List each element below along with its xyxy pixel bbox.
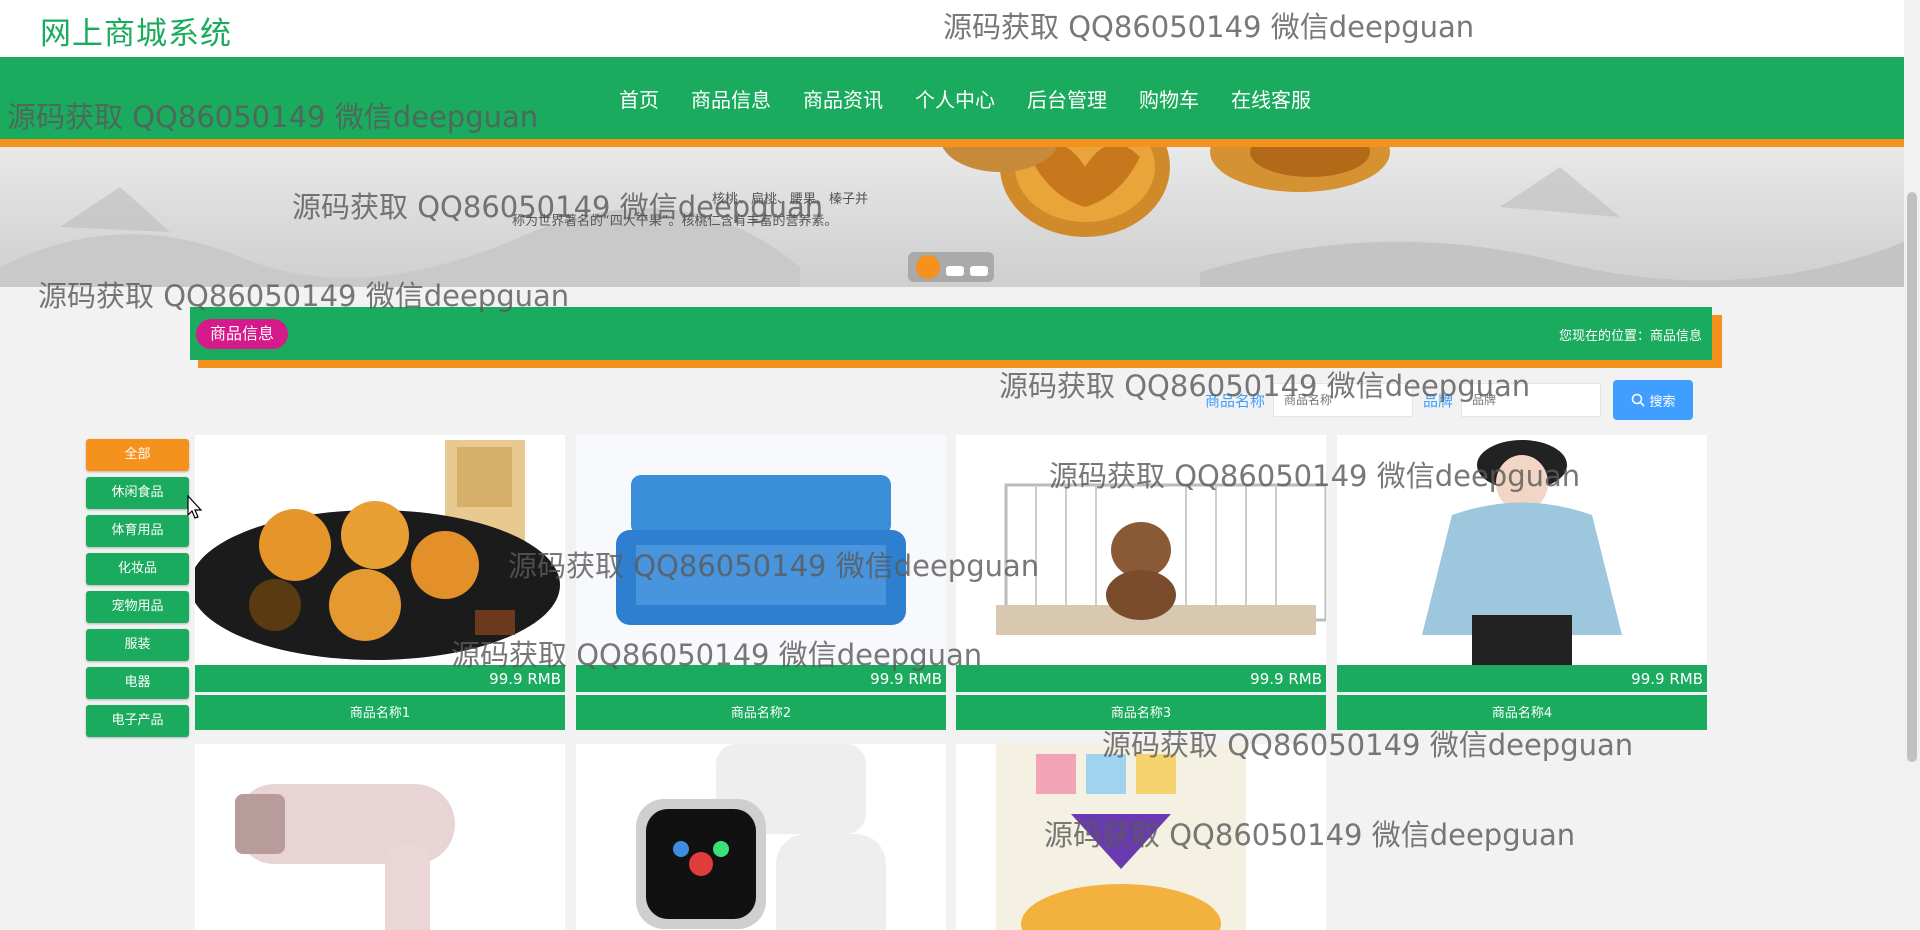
banner-caption-line1: 核桃、扁桃、腰果、榛子并 [712,192,869,207]
category-list: 全部 休闲食品 体育用品 化妆品 宠物用品 服装 电器 电子产品 [86,439,189,743]
product-price: 99.9 RMB [576,665,946,693]
product-price: 99.9 RMB [1337,665,1707,693]
page-scrollbar[interactable] [1904,0,1920,930]
breadcrumb: 您现在的位置：商品信息 [1558,329,1702,344]
search-icon [1631,393,1645,407]
product-image-hoodie[interactable] [1337,435,1707,665]
product-image-smartwatch[interactable] [576,744,946,930]
nav-item-home[interactable]: 首页 [603,84,675,113]
product-name[interactable]: 商品名称4 [1337,693,1707,730]
banner-carousel[interactable]: 核桃、扁桃、腰果、榛子并 称为世界著名的“四大干果”。核桃仁含有丰富的营养素。 [0,147,1904,287]
product-image-snack-bag[interactable] [956,744,1326,930]
banner-caption: 核桃、扁桃、腰果、榛子并 称为世界著名的“四大干果”。核桃仁含有丰富的营养素。 [512,189,868,233]
nav-item-support[interactable]: 在线客服 [1215,84,1327,113]
banner-caption-line2: 称为世界著名的“四大干果”。核桃仁含有丰富的营养素。 [512,214,838,229]
product-name-label: 商品名称 [1205,391,1266,410]
product-image-pastry[interactable] [195,435,565,665]
nav-item-products[interactable]: 商品信息 [675,84,787,113]
scrollbar-thumb[interactable] [1907,192,1917,762]
nav-list: 首页 商品信息 商品资讯 个人中心 后台管理 购物车 在线客服 [603,57,1327,139]
search-button[interactable]: 搜索 [1613,380,1694,420]
walnut-image [942,147,1390,237]
nav-item-news[interactable]: 商品资讯 [787,84,899,113]
nav-item-profile[interactable]: 个人中心 [899,84,1011,113]
product-name[interactable]: 商品名称1 [195,693,565,730]
mouse-pointer-icon [187,495,203,519]
product-price: 99.9 RMB [195,665,565,693]
category-clothing[interactable]: 服装 [86,629,189,661]
page: 网上商城系统 首页 商品信息 商品资讯 个人中心 后台管理 购物车 在线客服 核… [0,0,1920,930]
nav-accent-stripe [0,139,1904,147]
category-cosmetics[interactable]: 化妆品 [86,553,189,585]
product-card[interactable]: 99.9 RMB 商品名称1 [195,435,565,730]
search-button-label: 搜索 [1649,394,1676,410]
category-pets[interactable]: 宠物用品 [86,591,189,623]
brand-input[interactable] [1461,383,1602,417]
carousel-dot[interactable] [946,266,964,276]
carousel-indicator [908,252,994,282]
product-card[interactable] [956,744,1326,930]
brand-label: 品牌 [1423,391,1454,410]
product-card[interactable] [195,744,565,930]
product-card[interactable] [576,744,946,930]
main-nav: 首页 商品信息 商品资讯 个人中心 后台管理 购物车 在线客服 [0,57,1904,139]
product-price: 99.9 RMB [956,665,1326,693]
category-sports[interactable]: 体育用品 [86,515,189,547]
nav-item-cart[interactable]: 购物车 [1123,84,1215,113]
product-image-cream-jar[interactable] [576,435,946,665]
section-title-badge: 商品信息 [196,319,289,349]
category-snacks[interactable]: 休闲食品 [86,477,189,509]
product-name[interactable]: 商品名称3 [956,693,1326,730]
carousel-dot[interactable] [970,266,988,276]
product-name[interactable]: 商品名称2 [576,693,946,730]
category-appliances[interactable]: 电器 [86,667,189,699]
product-card[interactable]: 99.9 RMB 商品名称3 [956,435,1326,730]
nav-item-admin[interactable]: 后台管理 [1011,84,1123,113]
category-electronics[interactable]: 电子产品 [86,705,189,737]
product-image-hair-dryer[interactable] [195,744,565,930]
product-image-pet-cage[interactable] [956,435,1326,665]
section-header: 商品信息 您现在的位置：商品信息 [190,307,1712,360]
category-all[interactable]: 全部 [86,439,189,471]
carousel-dot-active[interactable] [916,255,940,279]
search-bar: 商品名称 品牌 搜索 [1205,380,1694,420]
product-card[interactable]: 99.9 RMB 商品名称2 [576,435,946,730]
site-title[interactable]: 网上商城系统 [40,8,232,53]
top-bar: 网上商城系统 [0,0,1904,57]
product-card[interactable]: 99.9 RMB 商品名称4 [1337,435,1707,730]
product-name-input[interactable] [1273,383,1414,417]
